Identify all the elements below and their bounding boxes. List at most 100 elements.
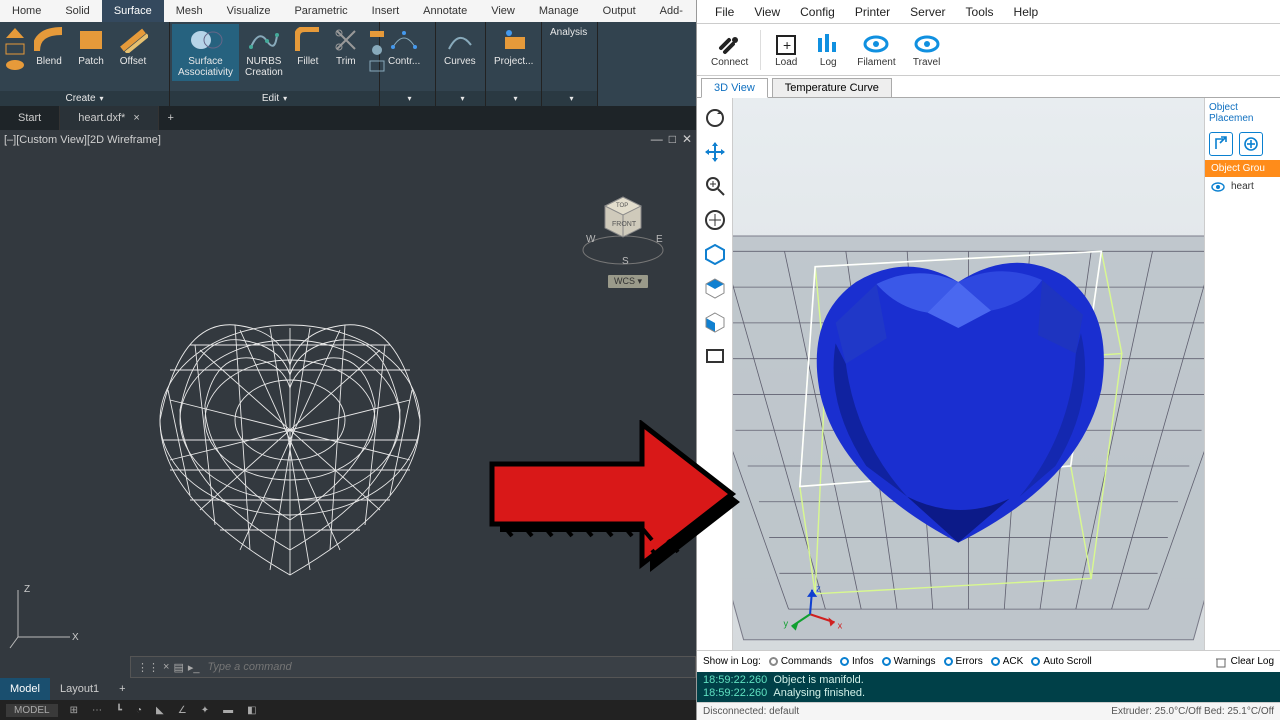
menu-printer[interactable]: Printer — [845, 5, 900, 19]
fit-button[interactable] — [701, 206, 729, 234]
tab-solid[interactable]: Solid — [53, 0, 101, 22]
transp-icon[interactable]: ◧ — [245, 705, 258, 716]
slicer-body: x y z Object Placemen Object Grou heart — [697, 98, 1280, 650]
wcs-badge[interactable]: WCS ▾ — [608, 275, 648, 288]
start-tab[interactable]: Start — [0, 106, 60, 130]
menu-file[interactable]: File — [705, 5, 744, 19]
tab-visualize[interactable]: Visualize — [215, 0, 283, 22]
object-row-heart[interactable]: heart — [1205, 177, 1280, 196]
surface-associativity-button[interactable]: SurfaceAssociativity — [172, 24, 239, 81]
lweight-icon[interactable]: ▬ — [221, 705, 235, 716]
layout-layout1[interactable]: Layout1 — [50, 678, 109, 700]
connection-status: Disconnected: default — [703, 706, 799, 717]
tab-parametric[interactable]: Parametric — [282, 0, 359, 22]
connect-button[interactable]: Connect — [703, 30, 756, 70]
iso-view-button[interactable] — [701, 240, 729, 268]
filter-commands[interactable]: Commands — [769, 656, 832, 667]
tab-home[interactable]: Home — [0, 0, 53, 22]
add-tab-button[interactable]: + — [159, 112, 183, 124]
snap-icon[interactable]: ⋯ — [90, 705, 104, 716]
cad-viewport[interactable]: [–][Custom View][2D Wireframe] — □ ✕ W E… — [0, 130, 696, 700]
loft-icon[interactable] — [4, 42, 26, 56]
eye-icon[interactable] — [1211, 182, 1225, 192]
close-tab-icon[interactable]: × — [133, 106, 139, 130]
menu-help[interactable]: Help — [1004, 5, 1049, 19]
travel-button[interactable]: Travel — [904, 30, 950, 70]
svg-text:TOP: TOP — [616, 203, 628, 209]
close-icon[interactable]: ✕ — [682, 132, 692, 146]
control-vertices-button[interactable]: Contr... — [382, 24, 426, 70]
svg-text:E: E — [656, 234, 663, 245]
viewcube[interactable]: W E S TOP FRONT — [578, 180, 668, 270]
filter-infos[interactable]: Infos — [840, 656, 874, 667]
move-view-button[interactable] — [701, 138, 729, 166]
layout-model[interactable]: Model — [0, 678, 50, 700]
fillet-button[interactable]: Fillet — [289, 24, 327, 70]
otrack-icon[interactable]: ✦ — [199, 705, 211, 716]
tab-mesh[interactable]: Mesh — [164, 0, 215, 22]
tab-3d-view[interactable]: 3D View — [701, 78, 768, 98]
tab-view[interactable]: View — [479, 0, 527, 22]
filter-autoscroll[interactable]: Auto Scroll — [1031, 656, 1091, 667]
filament-button[interactable]: Filament — [849, 30, 903, 70]
tab-manage[interactable]: Manage — [527, 0, 591, 22]
iso-icon[interactable]: ◣ — [154, 705, 166, 716]
tab-temperature[interactable]: Temperature Curve — [772, 78, 892, 97]
svg-text:W: W — [586, 234, 596, 245]
view-title[interactable]: [–][Custom View][2D Wireframe] — [4, 134, 161, 146]
slicer-3d-viewport[interactable]: x y z — [733, 98, 1204, 650]
log-console[interactable]: 18:59:22.260 Object is manifold. 18:59:2… — [697, 672, 1280, 702]
blend-button[interactable]: Blend — [28, 24, 70, 70]
clear-log-button[interactable]: Clear Log — [1215, 656, 1274, 668]
ortho-icon[interactable]: ┗ — [114, 705, 124, 716]
zoom-button[interactable] — [701, 172, 729, 200]
cmd-handle-icon[interactable]: ⋮⋮ — [137, 661, 159, 674]
status-model[interactable]: MODEL — [6, 704, 58, 717]
tab-addins[interactable]: Add-ins — [648, 0, 695, 22]
front-view-button[interactable] — [701, 308, 729, 336]
rotate-view-button[interactable] — [701, 104, 729, 132]
parallel-view-button[interactable] — [701, 342, 729, 370]
project-button[interactable]: Project... — [488, 24, 539, 70]
nurbs-creation-button[interactable]: NURBSCreation — [239, 24, 289, 81]
curves-button[interactable]: Curves — [438, 24, 482, 70]
filter-warnings[interactable]: Warnings — [882, 656, 936, 667]
tab-annotate[interactable]: Annotate — [411, 0, 479, 22]
tab-output[interactable]: Output — [591, 0, 648, 22]
log-button[interactable]: Log — [807, 30, 849, 70]
maximize-icon[interactable]: □ — [669, 132, 676, 146]
menu-config[interactable]: Config — [790, 5, 845, 19]
patch-button[interactable]: Patch — [70, 24, 112, 70]
network-icon[interactable] — [4, 26, 26, 40]
curves-group-label: ▾ — [436, 91, 485, 106]
object-group-header[interactable]: Object Grou — [1205, 160, 1280, 177]
trim-button[interactable]: Trim — [327, 24, 365, 70]
add-object-button[interactable] — [1239, 132, 1263, 156]
filter-ack[interactable]: ACK — [991, 656, 1024, 667]
command-input[interactable] — [207, 661, 689, 673]
slicer-status-bar: Disconnected: default Extruder: 25.0°C/O… — [697, 702, 1280, 720]
menu-server[interactable]: Server — [900, 5, 955, 19]
file-tab-heart[interactable]: heart.dxf*× — [60, 106, 159, 130]
slicer-app: File View Config Printer Server Tools He… — [696, 0, 1280, 720]
show-in-log-label: Show in Log: — [703, 656, 761, 667]
filter-errors[interactable]: Errors — [944, 656, 983, 667]
menu-view[interactable]: View — [744, 5, 790, 19]
svg-text:x: x — [838, 621, 843, 631]
minimize-icon[interactable]: — — [651, 132, 663, 146]
cmd-close-icon[interactable]: × — [163, 661, 169, 674]
osnap-icon[interactable]: ∠ — [176, 705, 189, 716]
grid-icon[interactable]: ⊞ — [68, 705, 80, 716]
export-button[interactable] — [1209, 132, 1233, 156]
polar-icon[interactable]: ◔ — [134, 705, 144, 716]
analysis-button[interactable]: Analysis — [544, 24, 593, 41]
cmd-recent-icon[interactable]: ▤ — [173, 661, 183, 674]
layout-add[interactable]: + — [109, 678, 135, 700]
load-button[interactable]: +Load — [765, 30, 807, 70]
top-view-button[interactable] — [701, 274, 729, 302]
tab-insert[interactable]: Insert — [360, 0, 412, 22]
tab-surface[interactable]: Surface — [102, 0, 164, 22]
menu-tools[interactable]: Tools — [956, 5, 1004, 19]
planar-icon[interactable] — [4, 58, 26, 72]
offset-button[interactable]: Offset — [112, 24, 154, 70]
